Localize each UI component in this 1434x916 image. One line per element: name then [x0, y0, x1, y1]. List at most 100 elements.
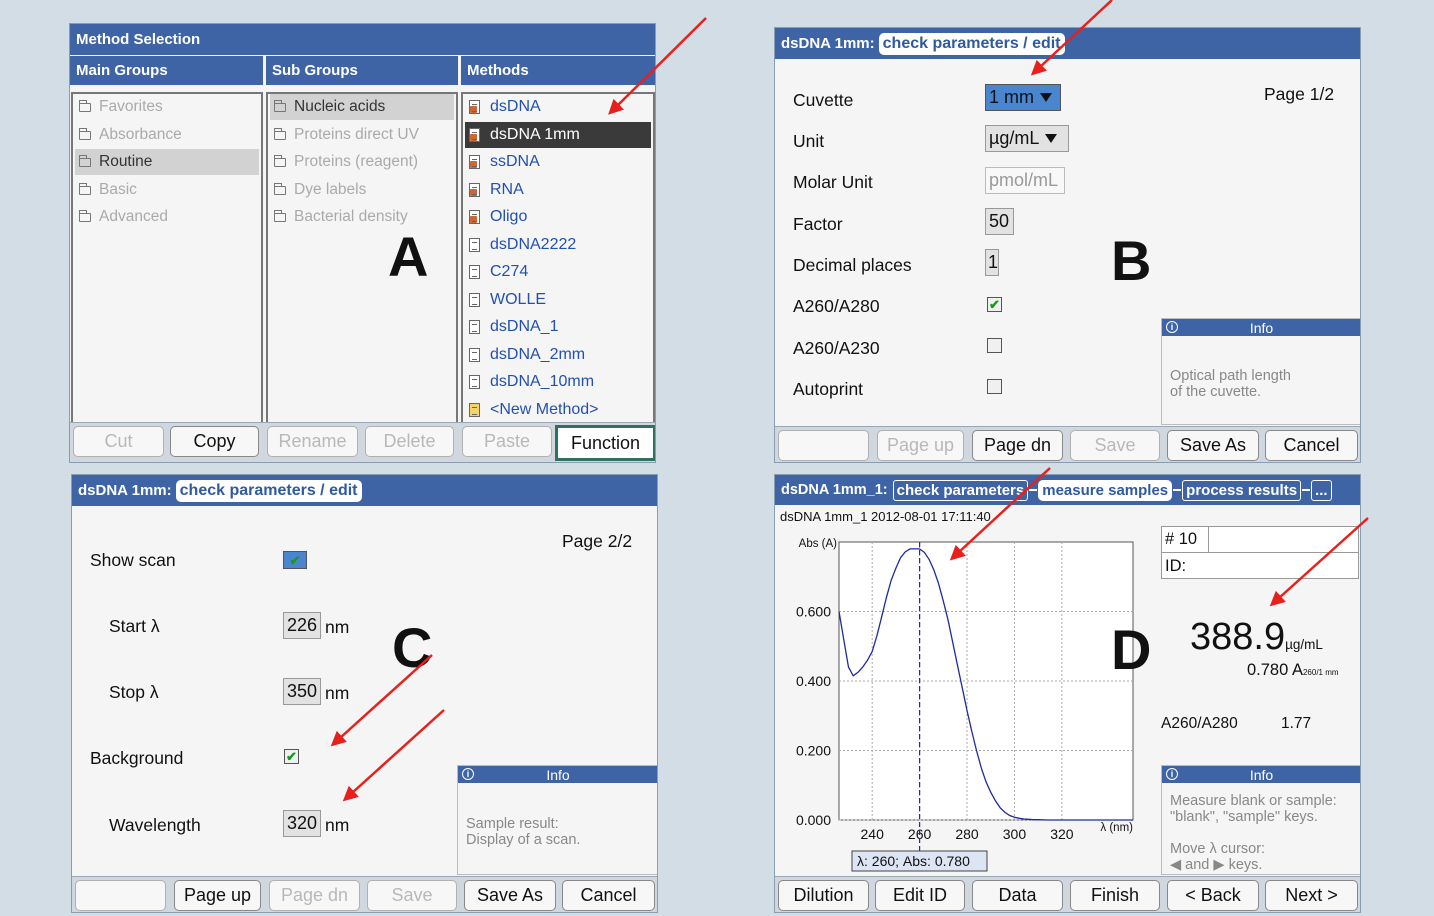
copy-button[interactable]: Copy — [170, 426, 259, 457]
sub-group-proteins-reagent[interactable]: Proteins (reagent) — [270, 149, 454, 175]
info-title: Info — [546, 766, 570, 783]
method-prefix: dsDNA 1mm: — [78, 482, 172, 499]
chevron-down-icon — [1040, 93, 1052, 102]
a260-a280-checkbox[interactable]: ✔ — [987, 297, 1002, 312]
page-dn-button[interactable]: Page dn — [972, 430, 1063, 461]
method-ssdna[interactable]: ssDNA — [465, 149, 651, 175]
result-value-row: 388.9µg/mL — [1190, 616, 1323, 659]
a260-a230-checkbox[interactable] — [987, 338, 1002, 353]
main-group-absorbance[interactable]: Absorbance — [75, 122, 259, 148]
page-up-button[interactable]: Page up — [174, 880, 261, 911]
absorbance-row: 0.780 A260/1 mm — [1247, 661, 1339, 680]
tab-check-parameters[interactable]: check parameters / edit — [878, 32, 1065, 55]
decimal-places-field[interactable]: 1 — [985, 249, 999, 276]
method-prefix: dsDNA 1mm_1: — [781, 482, 888, 498]
method-dsdna-10mm[interactable]: dsDNA_10mm — [465, 369, 651, 395]
folder-open-icon — [78, 154, 91, 167]
tab-process-results[interactable]: process results — [1182, 479, 1302, 501]
next-button[interactable]: Next > — [1265, 880, 1358, 911]
sub-group-proteins-direct-uv[interactable]: Proteins direct UV — [270, 122, 454, 148]
background-checkbox[interactable]: ✔ — [284, 749, 299, 764]
page-up-button[interactable]: Page up — [877, 430, 964, 461]
method-wolle[interactable]: WOLLE — [465, 287, 651, 313]
sub-group-dye-labels[interactable]: Dye labels — [270, 177, 454, 203]
main-group-advanced[interactable]: Advanced — [75, 204, 259, 230]
blank-softkey-button[interactable] — [778, 430, 869, 461]
a260-a230-label: A260/A230 — [793, 338, 880, 358]
methods-list[interactable]: dsDNA dsDNA 1mm ssDNA RNA Oligo dsDNA222… — [461, 92, 655, 424]
absorbance-scan-chart[interactable]: 240 260 280 300 3200.0000.2000.4000.600Abs (… — [775, 525, 1155, 897]
method-dsdna-1mm[interactable]: dsDNA 1mm — [465, 122, 651, 148]
cuvette-dropdown[interactable]: 1 mm — [985, 84, 1061, 111]
method-oligo[interactable]: Oligo — [465, 204, 651, 230]
main-group-label: Favorites — [99, 98, 163, 115]
autoprint-checkbox[interactable] — [987, 379, 1002, 394]
panel-letter-b: B — [1111, 229, 1152, 292]
function-button[interactable]: Function — [555, 425, 655, 461]
tab-check-parameters[interactable]: check parameters — [892, 479, 1029, 501]
wavelength-field[interactable]: 320 — [283, 810, 321, 837]
main-group-favorites[interactable]: Favorites — [75, 94, 259, 120]
sub-group-label: Nucleic acids — [294, 98, 386, 115]
panel-title: dsDNA 1mm: check parameters / edit — [775, 28, 1360, 59]
method-new[interactable]: <New Method> — [465, 397, 651, 422]
finish-button[interactable]: Finish — [1070, 880, 1160, 911]
factor-field[interactable]: 50 — [985, 208, 1014, 235]
stop-lambda-field[interactable]: 350 — [283, 678, 321, 705]
info-title: Info — [1249, 319, 1274, 336]
rename-button[interactable]: Rename — [267, 426, 358, 457]
cancel-button[interactable]: Cancel — [562, 880, 655, 911]
info-text: Optical path length of the cuvette. — [1170, 368, 1291, 400]
method-dsdna2222[interactable]: dsDNA2222 — [465, 232, 651, 258]
start-lambda-field[interactable]: 226 — [283, 612, 321, 639]
main-group-label: Absorbance — [99, 126, 182, 143]
method-c274[interactable]: C274 — [465, 259, 651, 285]
save-button[interactable]: Save — [1070, 430, 1160, 461]
method-label: Oligo — [490, 208, 528, 225]
delete-button[interactable]: Delete — [365, 426, 454, 457]
sub-groups-list[interactable]: Nucleic acids Proteins direct UV Protein… — [266, 92, 458, 424]
blank-softkey-button[interactable] — [75, 880, 166, 911]
unit-dropdown[interactable]: µg/mL — [985, 125, 1069, 152]
method-locked-icon — [469, 183, 480, 197]
cancel-button[interactable]: Cancel — [1265, 430, 1358, 461]
data-button[interactable]: Data — [972, 880, 1063, 911]
paste-button[interactable]: Paste — [462, 426, 552, 457]
folder-icon — [273, 127, 286, 140]
sub-group-label: Proteins (reagent) — [294, 153, 419, 170]
methods-header: Methods — [461, 56, 655, 85]
main-group-label: Advanced — [99, 208, 168, 225]
main-group-label: Basic — [99, 181, 137, 198]
tab-check-parameters[interactable]: check parameters / edit — [175, 479, 362, 502]
folder-icon — [273, 182, 286, 195]
ratio-label: A260/A280 — [1161, 715, 1238, 732]
show-scan-checkbox[interactable]: ✔ — [283, 551, 307, 569]
main-groups-list[interactable]: Favorites Absorbance Routine Basic Advan… — [71, 92, 263, 424]
sample-id-cell[interactable]: ID: — [1162, 553, 1358, 579]
method-label: dsDNA_10mm — [490, 373, 595, 390]
main-group-routine[interactable]: Routine — [75, 149, 259, 175]
save-as-button[interactable]: Save As — [1167, 430, 1259, 461]
decimal-places-label: Decimal places — [793, 255, 912, 275]
edit-id-button[interactable]: Edit ID — [875, 880, 965, 911]
save-button[interactable]: Save — [367, 880, 457, 911]
method-rna[interactable]: RNA — [465, 177, 651, 203]
method-dsdna-1[interactable]: dsDNA_1 — [465, 314, 651, 340]
tab-more[interactable]: ... — [1311, 479, 1332, 501]
tab-measure-samples[interactable]: measure samples — [1038, 479, 1173, 501]
save-as-button[interactable]: Save As — [464, 880, 556, 911]
back-button[interactable]: < Back — [1167, 880, 1259, 911]
x-tick-label: 300 — [1003, 826, 1027, 842]
dilution-button[interactable]: Dilution — [778, 880, 869, 911]
method-dsdna-2mm[interactable]: dsDNA_2mm — [465, 342, 651, 368]
method-dsdna[interactable]: dsDNA — [465, 94, 651, 120]
x-tick-label: 320 — [1050, 826, 1074, 842]
sub-group-nucleic-acids[interactable]: Nucleic acids — [270, 94, 454, 120]
method-document-icon — [469, 293, 480, 307]
chevron-down-icon — [1045, 134, 1058, 143]
cut-button[interactable]: Cut — [73, 426, 164, 457]
page-dn-button[interactable]: Page dn — [269, 880, 360, 911]
method-prefix: dsDNA 1mm: — [781, 35, 875, 52]
info-icon: i — [1166, 768, 1178, 780]
main-group-basic[interactable]: Basic — [75, 177, 259, 203]
